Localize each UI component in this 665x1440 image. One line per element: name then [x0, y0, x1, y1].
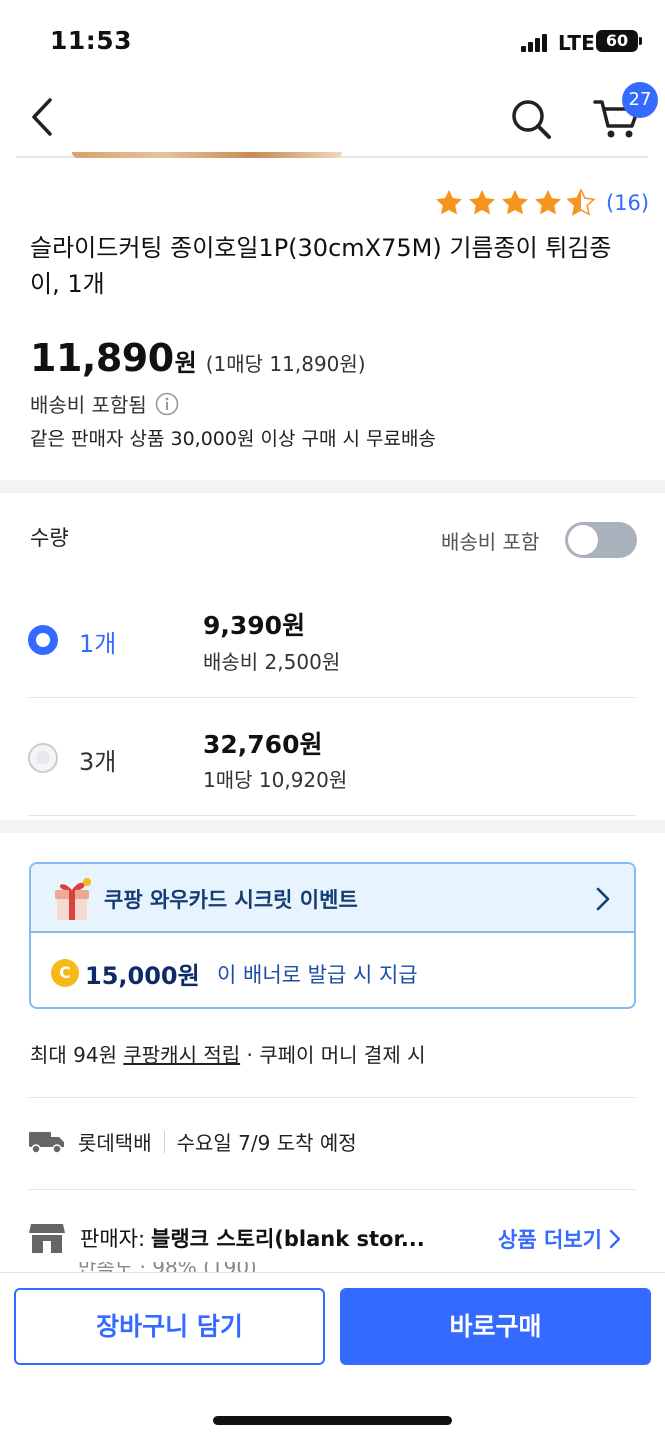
quantity-option-1[interactable]: 1개 9,390원 배송비 2,500원: [28, 580, 636, 700]
star-icon: [535, 189, 561, 215]
seller-label: 판매자:: [80, 1227, 146, 1251]
chevron-right-icon: [596, 887, 610, 911]
gift-icon: [55, 878, 91, 920]
shipping-included: 배송비 포함됨: [30, 389, 179, 418]
seller-info[interactable]: 판매자: 블랭크 스토리(blank stor...: [28, 1222, 425, 1254]
cashback-info: 최대 94원 쿠팡캐시 적립 · 쿠페이 머니 결제 시: [30, 1039, 426, 1068]
coupang-cash-icon: C: [51, 959, 79, 987]
option-sub: 1매당 10,920원: [203, 768, 348, 792]
cashback-prefix: 최대 94원: [30, 1043, 124, 1067]
option-count: 1개: [79, 630, 117, 658]
product-rating[interactable]: (16): [434, 186, 649, 220]
chevron-left-icon: [32, 98, 52, 136]
search-icon: [512, 100, 551, 139]
shop-icon: [29, 1224, 65, 1253]
network-label: LTE: [558, 31, 595, 55]
signal-icon: [521, 34, 549, 52]
promo-title: 쿠팡 와우카드 시크릿 이벤트: [104, 888, 358, 912]
radio-selected[interactable]: [28, 625, 58, 655]
seller-satisfaction: 만족도 · 98% (190): [78, 1262, 257, 1272]
truck-icon: [29, 1131, 64, 1154]
price-row: 11,890 원 (1매당 11,890원): [30, 336, 366, 380]
divider: [28, 1097, 636, 1098]
promo-amount: 15,000원: [85, 962, 200, 990]
chevron-right-icon: [609, 1229, 621, 1249]
delivery-info: 롯데택배 수요일 7/9 도착 예정: [28, 1127, 357, 1156]
option-price: 32,760원: [203, 730, 323, 759]
radio-unselected[interactable]: [28, 743, 58, 773]
cashback-suffix: · 쿠페이 머니 결제 시: [240, 1043, 426, 1067]
delivery-eta: 수요일 7/9 도착 예정: [176, 1131, 357, 1155]
option-sub: 배송비 2,500원: [203, 650, 341, 674]
free-shipping-note: 같은 판매자 상품 30,000원 이상 구매 시 무료배송: [30, 428, 436, 450]
promo-header[interactable]: 쿠팡 와우카드 시크릿 이벤트: [31, 864, 634, 933]
unit-price: (1매당 11,890원): [205, 352, 366, 376]
info-icon[interactable]: [155, 392, 179, 416]
promo-banner[interactable]: 쿠팡 와우카드 시크릿 이벤트 C 15,000원 이 배너로 발급 시 지급: [29, 862, 636, 1009]
cashback-link[interactable]: 쿠팡캐시 적립: [123, 1043, 240, 1067]
battery-icon: 60: [596, 30, 642, 52]
option-count: 3개: [79, 748, 117, 776]
quantity-label: 수량: [30, 526, 69, 550]
shipping-included-label: 배송비 포함됨: [30, 393, 147, 417]
star-icon: [436, 189, 462, 215]
status-time: 11:53: [50, 26, 133, 55]
add-to-cart-button[interactable]: 장바구니 담기: [14, 1288, 325, 1365]
shipping-toggle-label: 배송비 포함: [441, 530, 540, 554]
top-nav: [0, 80, 665, 160]
delivery-carrier: 롯데택배: [78, 1131, 152, 1155]
buy-now-button[interactable]: 바로구매: [340, 1288, 651, 1365]
shipping-toggle[interactable]: [565, 522, 637, 558]
product-title: 슬라이드커팅 종이호일1P(30cmX75M) 기름종이 튀김종이, 1개: [30, 234, 612, 298]
product-image[interactable]: [16, 152, 648, 162]
section-divider: [0, 480, 665, 493]
divider: [28, 1189, 636, 1190]
price-value: 11,890: [30, 336, 174, 380]
star-icon: [469, 189, 495, 215]
review-count[interactable]: (16): [606, 191, 649, 215]
promo-description: 이 배너로 발급 시 지급: [217, 963, 418, 987]
home-indicator[interactable]: [213, 1416, 452, 1425]
more-products-label: 상품 더보기: [498, 1228, 602, 1252]
star-icon: [502, 189, 528, 215]
search-button[interactable]: [508, 96, 554, 142]
back-button[interactable]: [22, 96, 62, 138]
price-unit: 원: [174, 349, 197, 377]
seller-name[interactable]: 블랭크 스토리(blank stor...: [151, 1223, 425, 1253]
bottom-action-bar: 장바구니 담기 바로구매: [0, 1272, 665, 1440]
section-divider: [0, 820, 665, 833]
cart-count-badge: 27: [622, 82, 658, 118]
option-price: 9,390원: [203, 611, 306, 640]
status-bar: 11:53 LTE 60: [0, 0, 665, 80]
half-star-icon: [566, 188, 596, 216]
option-divider: [28, 815, 636, 816]
quantity-option-3[interactable]: 3개 32,760원 1매당 10,920원: [28, 698, 636, 818]
more-products-link[interactable]: 상품 더보기: [498, 1224, 622, 1254]
